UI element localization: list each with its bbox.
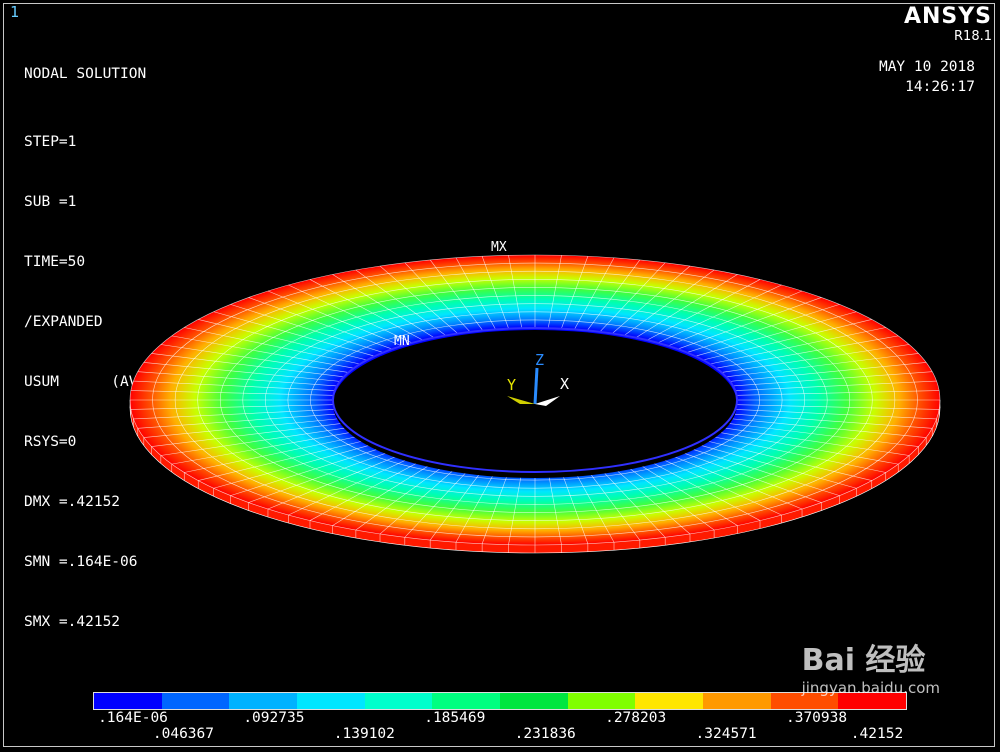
watermark-brand: Bai 经验: [801, 643, 926, 678]
z-axis-line: [533, 367, 539, 405]
contour-legend-label: .139102: [333, 726, 395, 742]
triad-y-label: Y: [507, 376, 516, 394]
contour-band: [297, 693, 365, 709]
contour-legend-label: .092735: [243, 710, 305, 726]
contour-legend-label: .046367: [152, 726, 214, 742]
contour-legend-label: .370938: [785, 710, 848, 726]
contour-legend-label: .278203: [605, 710, 667, 726]
min-marker: MN: [394, 334, 410, 349]
contour-band: [703, 693, 771, 709]
contour-legend-label: .164E-06: [98, 710, 168, 726]
contour-legend-label: .231836: [514, 726, 576, 742]
contour-band: [567, 693, 636, 709]
contour-plot[interactable]: MX MN Z Y X: [0, 0, 1000, 752]
triad-z-label: Z: [535, 351, 544, 369]
contour-legend-label: .42152: [850, 726, 904, 742]
contour-legend-label: .324571: [695, 726, 757, 742]
graphics-viewport[interactable]: 1 NODAL SOLUTION STEP=1 SUB =1 TIME=50 /…: [0, 0, 1000, 752]
contour-band: [94, 693, 162, 709]
triad-x-label: X: [560, 375, 569, 393]
baidu-watermark: Bai 经验 jingyan.baidu.com: [802, 644, 940, 698]
watermark-url: jingyan.baidu.com: [801, 679, 940, 697]
contour-band: [500, 693, 568, 709]
contour-color-bar: [93, 692, 907, 710]
contour-band: [432, 693, 501, 709]
max-marker: MX: [491, 240, 507, 255]
contour-band: [229, 693, 298, 709]
contour-band: [161, 693, 230, 709]
contour-legend-label: .185469: [424, 710, 486, 726]
contour-legend: .164E-06.046367 .092735 .139102 .185469 .231…: [93, 692, 907, 742]
contour-band: [364, 693, 433, 709]
contour-band: [635, 693, 704, 709]
